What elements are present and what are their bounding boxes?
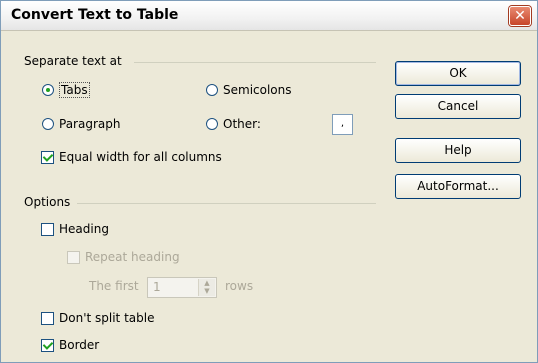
repeat-heading-checkbox-box [67, 250, 80, 264]
spinner-arrows[interactable]: ▲ ▼ [198, 279, 215, 296]
repeat-heading-label: Repeat heading [85, 250, 180, 264]
help-button[interactable]: Help [395, 138, 521, 163]
dont-split-table-checkbox-box [41, 311, 54, 325]
radio-other-label: Other: [223, 117, 261, 131]
heading-checkbox[interactable]: Heading [41, 221, 109, 237]
dont-split-table-checkbox[interactable]: Don't split table [41, 310, 154, 326]
radio-other[interactable]: Other: [206, 116, 261, 132]
radio-paragraph[interactable]: Paragraph [42, 116, 120, 132]
radio-paragraph-indicator [42, 118, 54, 130]
border-label: Border [59, 338, 100, 352]
equal-width-checkbox[interactable]: Equal width for all columns [41, 149, 222, 165]
equal-width-checkbox-box [41, 150, 54, 164]
border-checkbox-box [41, 338, 54, 352]
repeat-heading-checkbox[interactable]: Repeat heading [67, 249, 180, 265]
radio-semicolons[interactable]: Semicolons [206, 82, 292, 98]
radio-tabs[interactable]: Tabs [42, 82, 90, 98]
other-separator-input[interactable]: , [332, 114, 353, 135]
cancel-button[interactable]: Cancel [395, 94, 521, 119]
radio-other-indicator [206, 118, 218, 130]
heading-label: Heading [59, 222, 109, 236]
convert-text-to-table-dialog: Convert Text to Table ✕ Separate text at… [0, 0, 538, 363]
rows-label: rows [225, 279, 254, 293]
heading-checkbox-box [41, 222, 54, 236]
radio-semicolons-indicator [206, 84, 218, 96]
separate-divider [134, 62, 376, 63]
first-rows-value: 1 [153, 280, 161, 294]
radio-paragraph-label: Paragraph [59, 117, 121, 131]
close-icon: ✕ [514, 8, 526, 24]
close-button[interactable]: ✕ [509, 6, 531, 26]
radio-semicolons-label: Semicolons [223, 83, 292, 97]
radio-tabs-indicator [42, 84, 54, 96]
autoformat-button[interactable]: AutoFormat... [395, 174, 521, 199]
dont-split-table-label: Don't split table [59, 311, 155, 325]
first-rows-spinner[interactable]: 1 ▲ ▼ [147, 277, 217, 298]
separate-text-at-legend: Separate text at [24, 54, 122, 68]
dialog-title: Convert Text to Table [11, 7, 179, 23]
equal-width-label: Equal width for all columns [59, 150, 222, 164]
the-first-label: The first [89, 279, 139, 293]
radio-tabs-label: Tabs [59, 82, 90, 98]
border-checkbox[interactable]: Border [41, 337, 99, 353]
chevron-down-icon[interactable]: ▼ [199, 287, 215, 295]
ok-button[interactable]: OK [395, 61, 521, 86]
options-divider [77, 203, 376, 204]
options-legend: Options [24, 195, 71, 209]
chevron-up-icon[interactable]: ▲ [199, 279, 215, 287]
title-bar[interactable]: Convert Text to Table ✕ [1, 1, 537, 31]
